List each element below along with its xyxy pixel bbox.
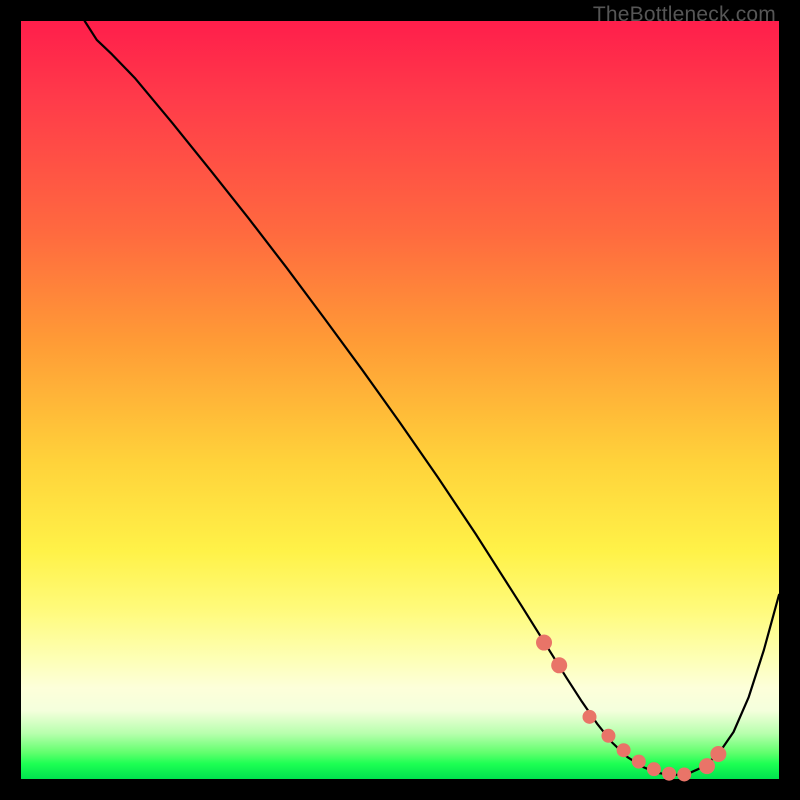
- highlight-dot: [583, 710, 597, 724]
- highlight-dot: [662, 767, 676, 781]
- chart-frame: TheBottleneck.com: [0, 0, 800, 800]
- highlight-dot: [632, 755, 646, 769]
- highlight-dot: [699, 758, 715, 774]
- highlight-dot: [710, 746, 726, 762]
- highlight-dot: [601, 729, 615, 743]
- plot-overlay-svg: [21, 21, 779, 779]
- highlight-dot: [551, 657, 567, 673]
- highlight-dot: [647, 762, 661, 776]
- bottleneck-curve: [85, 21, 779, 775]
- highlight-dot: [617, 743, 631, 757]
- highlight-dot: [536, 635, 552, 651]
- highlight-dot: [677, 767, 691, 781]
